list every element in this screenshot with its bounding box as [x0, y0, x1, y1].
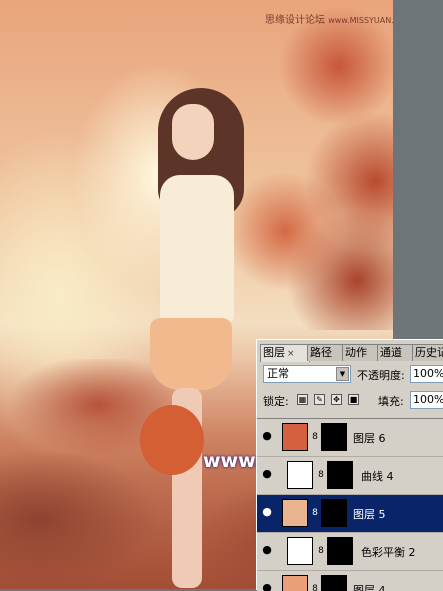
girl-top	[160, 175, 234, 325]
layer-name: 图层 5	[353, 508, 386, 521]
lock-row: 锁定: ▦ ✎ ✥ ■ 填充: 100%	[260, 391, 443, 411]
watermark-cn: 思缘设计论坛	[265, 15, 325, 26]
chevron-down-icon[interactable]: ▼	[336, 367, 349, 381]
layer-name: 图层 6	[353, 432, 386, 445]
watermark-url: www.MISSYUAN.COM	[328, 16, 393, 25]
layer-list: ● 8 图层 6 ● 8 曲线 4 ● 8 图层 5 ● 8 色彩平衡 2 ● …	[257, 418, 443, 591]
curves-adjustment-icon	[287, 461, 313, 489]
blend-row: 正常 ▼ 不透明度: 100%	[260, 365, 443, 385]
eye-icon[interactable]: ●	[260, 582, 274, 591]
tab-actions[interactable]: 动作	[342, 344, 380, 361]
panel-tabs: 图层× 路径 动作 通道 历史记	[257, 344, 443, 362]
lock-transparent-icon[interactable]: ▦	[297, 394, 308, 405]
layer-mask-thumbnail	[321, 423, 347, 451]
link-icon: 8	[318, 546, 324, 556]
color-balance-adjustment-icon	[287, 537, 313, 565]
close-icon[interactable]: ×	[287, 349, 295, 359]
tab-paths[interactable]: 路径	[307, 344, 345, 361]
layer-row-colorbalance2[interactable]: ● 8 色彩平衡 2	[257, 533, 443, 571]
girl-skirt	[150, 318, 232, 390]
tab-layers-label: 图层	[263, 346, 285, 359]
orange-bag	[140, 405, 204, 475]
layer-name: 图层 4	[353, 584, 386, 591]
layer-name: 曲线 4	[361, 470, 394, 483]
layer-row-6[interactable]: ● 8 图层 6	[257, 419, 443, 457]
link-icon: 8	[312, 432, 318, 442]
lock-all-icon[interactable]: ■	[348, 394, 359, 405]
layer-row-curves4[interactable]: ● 8 曲线 4	[257, 457, 443, 495]
layer-row-4[interactable]: ● 8 图层 4	[257, 571, 443, 591]
layer-mask-thumbnail	[327, 461, 353, 489]
tab-channels[interactable]: 通道	[377, 344, 415, 361]
eye-icon[interactable]: ●	[260, 430, 274, 442]
layer-mask-thumbnail	[321, 499, 347, 527]
layer-name: 色彩平衡 2	[361, 546, 416, 559]
layer-thumbnail	[282, 499, 308, 527]
eye-icon[interactable]: ●	[260, 468, 274, 480]
link-icon: 8	[312, 508, 318, 518]
opacity-label: 不透明度:	[357, 369, 405, 382]
layers-panel: 图层× 路径 动作 通道 历史记 正常 ▼ 不透明度: 100% 锁定: ▦ ✎…	[256, 339, 443, 591]
lock-move-icon[interactable]: ✥	[331, 394, 342, 405]
girl-face	[172, 104, 214, 160]
watermark-top: 思缘设计论坛 www.MISSYUAN.COM	[265, 11, 393, 26]
link-icon: 8	[312, 584, 318, 591]
eye-icon[interactable]: ●	[260, 544, 274, 556]
fill-input[interactable]: 100%	[410, 391, 443, 409]
opacity-input[interactable]: 100%	[410, 365, 443, 383]
layer-mask-thumbnail	[327, 537, 353, 565]
lock-paint-icon[interactable]: ✎	[314, 394, 325, 405]
blend-mode-value: 正常	[267, 367, 289, 380]
link-icon: 8	[318, 470, 324, 480]
layer-thumbnail	[282, 423, 308, 451]
eye-icon[interactable]: ●	[260, 506, 274, 518]
layer-row-5[interactable]: ● 8 图层 5	[257, 495, 443, 533]
fill-label: 填充:	[378, 395, 404, 408]
lock-label: 锁定:	[263, 395, 289, 408]
tab-layers[interactable]: 图层 ×	[260, 344, 310, 362]
tab-history[interactable]: 历史记	[412, 344, 443, 361]
blend-mode-select[interactable]: 正常 ▼	[263, 365, 351, 383]
